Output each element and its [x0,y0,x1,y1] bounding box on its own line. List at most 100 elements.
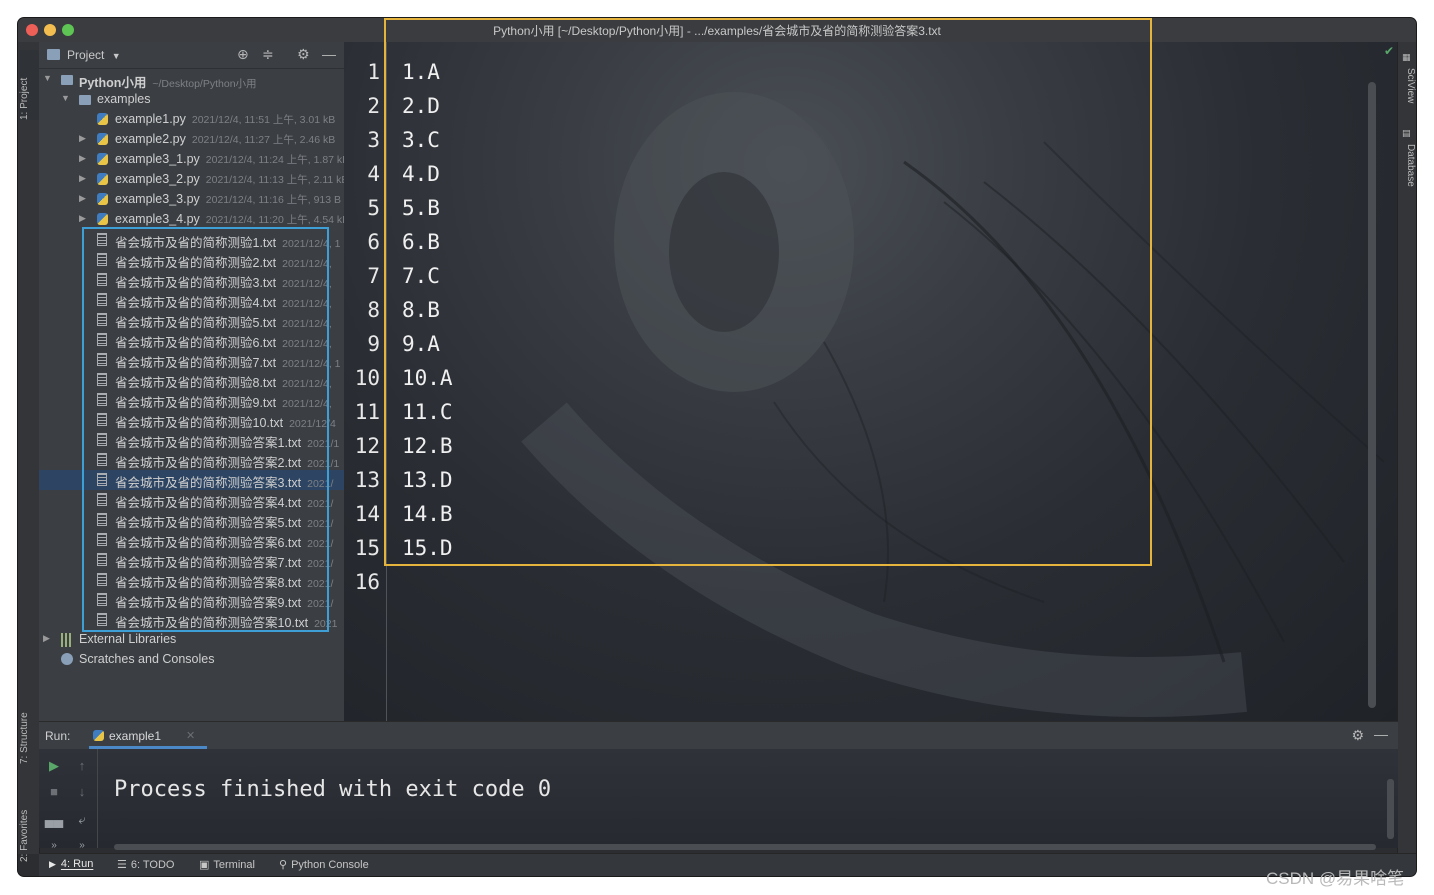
stop-icon[interactable]: ■ [41,779,67,805]
console-horizontal-scrollbar[interactable] [114,844,1376,850]
project-tool-tab[interactable]: 1: Project [19,50,39,120]
code-line[interactable]: 2.D [402,94,440,118]
tree-item-txt-file[interactable]: 省会城市及省的简称测验6.txt 2021/12/4, [39,330,344,350]
todo-tool-tab[interactable]: ☰ 6: TODO [117,858,174,871]
tree-item-txt-file[interactable]: 省会城市及省的简称测验3.txt 2021/12/4, [39,270,344,290]
collapsed-arrow-icon[interactable]: ▶ [79,173,86,184]
structure-tool-tab[interactable]: 7: Structure [19,692,39,764]
collapsed-arrow-icon[interactable]: ▶ [79,153,86,164]
python-console-tool-tab-label: Python Console [291,859,369,871]
code-line[interactable]: 10.A [402,366,453,390]
soft-wrap-icon[interactable]: ⤶ [69,807,95,833]
tree-item-txt-file[interactable]: 省会城市及省的简称测验答案10.txt 2021 [39,610,344,630]
tree-item-meta: 2021/12/4, 11:27 上午, 2.46 kB [191,134,336,146]
tree-item-txt-file[interactable]: 省会城市及省的简称测验答案2.txt 2021/1 [39,450,344,470]
tree-item-txt-file[interactable]: 省会城市及省的简称测验7.txt 2021/12/4, 1 [39,350,344,370]
tree-item-py-file[interactable]: ▶ example3_1.py 2021/12/4, 11:24 上午, 1.87 … [39,150,344,170]
hide-run-panel-icon[interactable]: — [1374,726,1388,742]
text-file-icon [97,313,107,326]
collapsed-arrow-icon[interactable]: ▶ [79,193,86,204]
layout-icon[interactable]: ▄▄ [41,807,67,833]
tree-item-txt-file[interactable]: 省会城市及省的简称测验答案3.txt 2021/ [39,470,344,490]
database-tool-tab[interactable]: Database [1400,144,1416,202]
collapsed-arrow-icon[interactable]: ▶ [79,213,86,224]
tree-item-txt-file[interactable]: 省会城市及省的简称测验答案1.txt 2021/1 [39,430,344,450]
code-line[interactable]: 3.C [402,128,440,152]
tree-item-py-file[interactable]: example1.py 2021/12/4, 11:51 上午, 3.01 kB [39,110,344,130]
tree-item-py-file[interactable]: ▶ example2.py 2021/12/4, 11:27 上午, 2.46 kB [39,130,344,150]
code-line[interactable]: 9.A [402,332,440,356]
tree-item-txt-file[interactable]: 省会城市及省的简称测验答案8.txt 2021/ [39,570,344,590]
python-file-icon [97,173,108,185]
tree-item-txt-file[interactable]: 省会城市及省的简称测验5.txt 2021/12/4, [39,310,344,330]
tree-item-txt-file[interactable]: 省会城市及省的简称测验8.txt 2021/12/4, [39,370,344,390]
tree-item-external-libraries[interactable]: ▶ External Libraries [39,630,344,650]
favorites-tool-tab[interactable]: 2: Favorites [19,790,39,862]
expanded-arrow-icon[interactable]: ▼ [43,73,52,83]
collapse-all-icon[interactable]: ≑ [262,46,274,63]
project-view-selector[interactable]: Project ▼ [67,48,121,62]
run-tool-tab[interactable]: ▶ 4: Run [49,858,93,870]
code-line[interactable]: 14.B [402,502,453,526]
tree-item-meta: 2021/ [307,578,334,590]
run-tab-example1[interactable]: example1 ✕ [89,722,207,749]
tree-item-txt-file[interactable]: 省会城市及省的简称测验答案7.txt 2021/ [39,550,344,570]
tree-item-name: example3_2.py [115,172,200,186]
editor-vertical-scrollbar[interactable] [1368,82,1376,708]
run-console[interactable]: ▶ ↑ ■ ↓ ▄▄ ⤶ » » Process finished with e… [39,749,1398,851]
python-console-tool-tab[interactable]: ⚲ Python Console [279,858,369,871]
tree-item-txt-file[interactable]: 省会城市及省的简称测验10.txt 2021/12/4 [39,410,344,430]
tree-item-py-file[interactable]: ▶ example3_4.py 2021/12/4, 11:20 上午, 4.54 … [39,210,344,230]
line-number: 10 [354,366,380,390]
ide-window: Python小用 [~/Desktop/Python小用] - .../exam… [18,18,1416,876]
tree-item-txt-file[interactable]: 省会城市及省的简称测验4.txt 2021/12/4, [39,290,344,310]
tree-item-root[interactable]: ▼ Python小用 ~/Desktop/Python小用 [39,70,344,90]
tree-item-name: 省会城市及省的简称测验答案9.txt [115,596,302,610]
close-tab-icon[interactable]: ✕ [186,729,195,742]
sciview-icon: ▦ [1402,52,1411,62]
line-number: 15 [354,536,380,560]
terminal-tool-tab[interactable]: ▣ Terminal [199,858,255,871]
console-vertical-scrollbar[interactable] [1387,779,1394,839]
tree-item-py-file[interactable]: ▶ example3_2.py 2021/12/4, 11:13 上午, 2.11 … [39,170,344,190]
expanded-arrow-icon[interactable]: ▼ [61,93,70,103]
tree-item-txt-file[interactable]: 省会城市及省的简称测验答案5.txt 2021/ [39,510,344,530]
hide-panel-icon[interactable]: — [322,46,336,62]
scroll-up-icon[interactable]: ↑ [69,753,95,779]
tree-item-scratches[interactable]: Scratches and Consoles [39,650,344,670]
locate-file-icon[interactable]: ⊕ [237,46,249,63]
rerun-icon[interactable]: ▶ [41,753,67,779]
tree-item-txt-file[interactable]: 省会城市及省的简称测验9.txt 2021/12/4, [39,390,344,410]
code-line[interactable]: 13.D [402,468,453,492]
code-line[interactable]: 6.B [402,230,440,254]
code-line[interactable]: 15.D [402,536,453,560]
code-line[interactable]: 4.D [402,162,440,186]
line-number: 12 [354,434,380,458]
code-line[interactable]: 12.B [402,434,453,458]
gear-icon[interactable]: ⚙ [297,46,310,63]
tree-item-txt-file[interactable]: 省会城市及省的简称测验2.txt 2021/12/4, [39,250,344,270]
tree-item-examples[interactable]: ▼ examples [39,90,344,110]
tree-item-txt-file[interactable]: 省会城市及省的简称测验1.txt 2021/12/4, 1 [39,230,344,250]
code-line[interactable]: 1.A [402,60,440,84]
tree-item-txt-file[interactable]: 省会城市及省的简称测验答案6.txt 2021/ [39,530,344,550]
tree-item-meta: ~/Desktop/Python小用 [152,78,257,90]
collapsed-arrow-icon[interactable]: ▶ [43,633,50,644]
folder-icon [79,95,91,105]
sciview-tool-tab[interactable]: SciView [1400,68,1416,116]
run-settings-gear-icon[interactable]: ⚙ [1351,727,1364,744]
run-panel-header: Run: example1 ✕ ⚙ — [39,721,1398,750]
code-line[interactable]: 7.C [402,264,440,288]
tree-item-py-file[interactable]: ▶ example3_3.py 2021/12/4, 11:16 上午, 913 B [39,190,344,210]
code-line[interactable]: 5.B [402,196,440,220]
collapsed-arrow-icon[interactable]: ▶ [79,133,86,144]
code-line[interactable]: 8.B [402,298,440,322]
code-line[interactable]: 11.C [402,400,453,424]
tree-item-txt-file[interactable]: 省会城市及省的简称测验答案9.txt 2021/ [39,590,344,610]
project-view-label: Project [67,48,105,62]
scroll-down-icon[interactable]: ↓ [69,779,95,805]
tree-item-label: 省会城市及省的简称测验9.txt 2021/12/4, [115,392,332,410]
editor-area[interactable]: 1 2 3 4 5 6 7 8 9 10 11 12 13 14 15 16 1.A 2.D 3.C 4.D 5.B 6… [344,42,1398,721]
tree-item-txt-file[interactable]: 省会城市及省的简称测验答案4.txt 2021/ [39,490,344,510]
python-file-icon [97,113,108,125]
